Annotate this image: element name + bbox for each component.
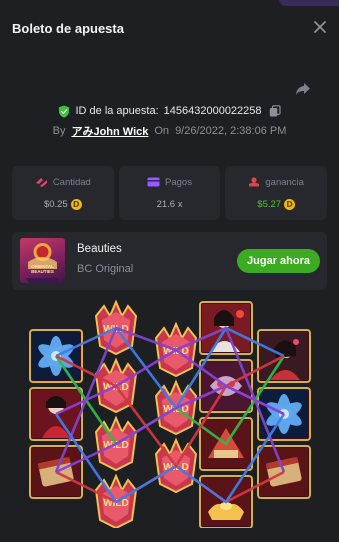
stat-payout-value-row: 21.6 x	[157, 199, 183, 210]
stat-profit-label: ganancia	[265, 176, 304, 188]
share-icon[interactable]	[295, 82, 311, 96]
stat-profit: ganancia $5.27 D	[225, 166, 328, 220]
username-link[interactable]: アみJohn Wick	[71, 123, 148, 139]
stat-profit-value-row: $5.27 D	[257, 198, 296, 210]
bet-author-row: By アみJohn Wick On 9/26/2022, 2:38:06 PM	[0, 122, 339, 140]
coin-icon: D	[284, 198, 296, 210]
game-name: Beauties	[77, 243, 122, 255]
bet-datetime: 9/26/2022, 2:38:06 PM	[175, 125, 287, 137]
stat-amount-value: $0.25	[43, 198, 68, 210]
stat-payout-label: Pagos	[165, 176, 192, 188]
stat-amount-header: Cantidad	[35, 177, 91, 188]
bet-id-label: ID de la apuesta:	[75, 105, 159, 117]
profit-coins-icon	[249, 177, 260, 187]
stat-amount: Cantidad $0.25 D	[12, 166, 114, 220]
by-label: By	[52, 125, 66, 137]
verified-shield-icon	[59, 105, 70, 118]
stat-amount-label: Cantidad	[52, 176, 91, 188]
bet-stats: Cantidad $0.25 D Pagos 21.6 x ganancia $…	[12, 166, 328, 220]
stat-profit-value: $5.27	[257, 198, 282, 210]
bet-id-row: ID de la apuesta: 1456432000022258	[0, 102, 339, 120]
stat-amount-value-row: $0.25 D	[43, 198, 82, 210]
dialog-title: Boleto de apuesta	[12, 20, 124, 36]
game-thumbnail[interactable]: ORIENTAL BEAUTIES	[20, 238, 65, 283]
stat-payout-value: 21.6 x	[156, 198, 183, 210]
copy-icon[interactable]	[269, 105, 281, 117]
stat-payout-header: Pagos	[147, 177, 192, 188]
close-icon[interactable]	[312, 19, 328, 35]
on-label: On	[154, 125, 170, 137]
game-card: ORIENTAL BEAUTIES Beauties BC Original J…	[12, 232, 327, 290]
bet-id-value: 1456432000022258	[163, 105, 262, 117]
coin-icon: D	[70, 198, 82, 210]
slot-reels: WILDWILDWILDWILDWILDWILDWILD	[29, 299, 311, 528]
play-now-button[interactable]: Jugar ahora	[237, 249, 320, 273]
game-provider: BC Original	[77, 263, 134, 275]
wallet-icon	[147, 177, 160, 187]
stat-profit-header: ganancia	[248, 177, 304, 188]
dialog-header: Boleto de apuesta	[0, 6, 339, 50]
bet-stack-icon	[35, 178, 47, 187]
wild-label: WILD	[103, 498, 129, 509]
game-thumbnail-art	[26, 243, 59, 283]
game-thumbnail-title: ORIENTAL BEAUTIES	[31, 264, 54, 274]
stat-payout: Pagos 21.6 x	[118, 166, 221, 220]
